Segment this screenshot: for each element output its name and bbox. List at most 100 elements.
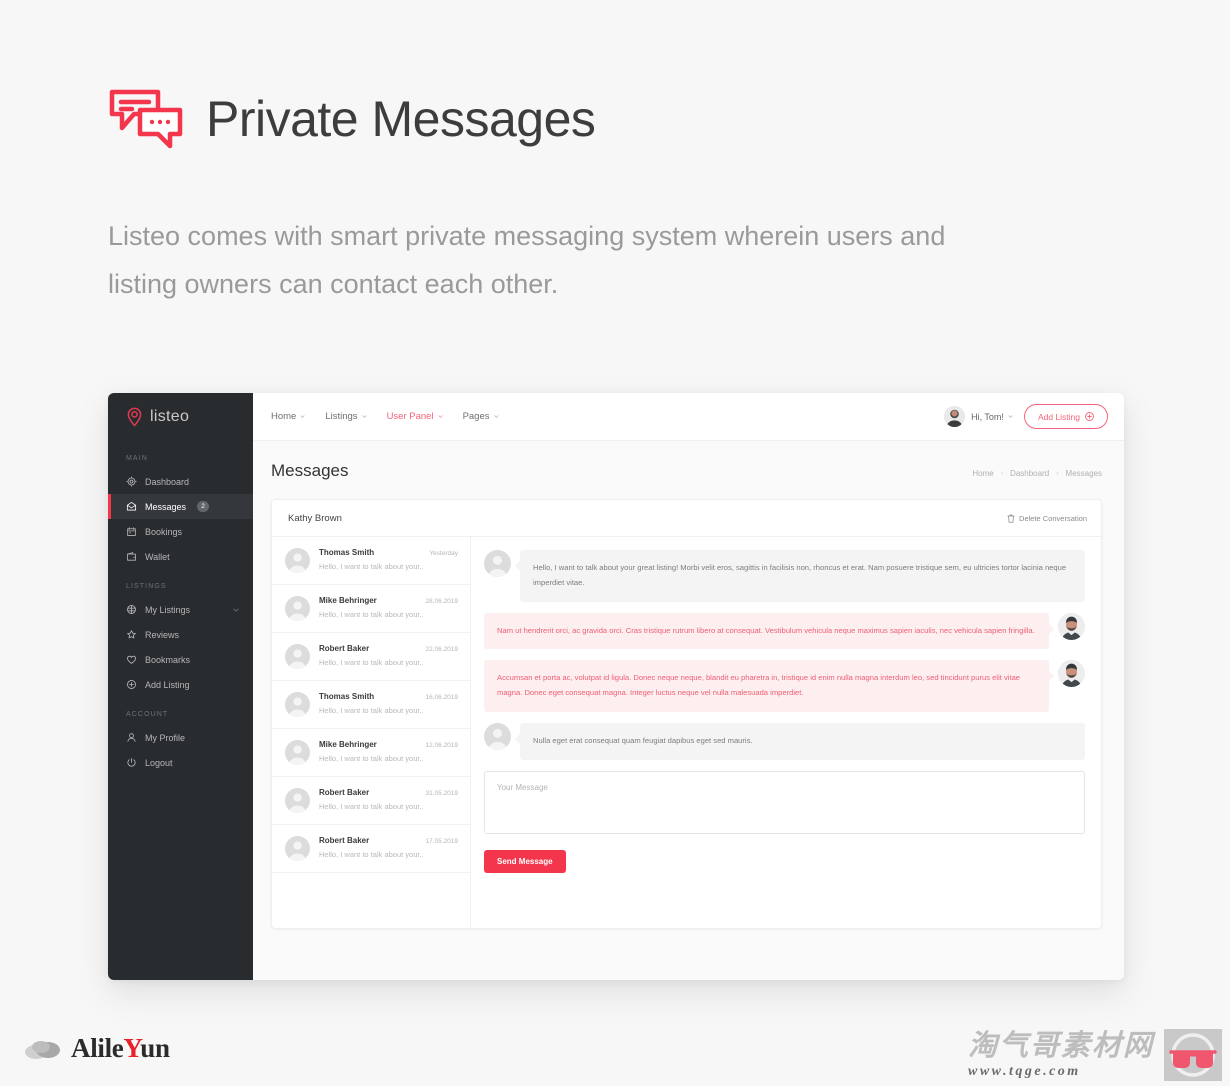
conversation-list-item[interactable]: Thomas Smith 16.06.2019 Hello, I want to t… xyxy=(272,681,470,729)
sidebar-item-my-profile[interactable]: My Profile xyxy=(108,725,253,750)
delete-conversation-label: Delete Conversation xyxy=(1019,513,1087,523)
conversation-title: Kathy Brown xyxy=(288,512,342,524)
conversation-preview: Hello, I want to talk about your.. xyxy=(319,754,424,763)
conversation-list-item[interactable]: Robert Baker 31.05.2019 Hello, I want to t… xyxy=(272,777,470,825)
conversation-name: Mike Behringer xyxy=(319,596,377,605)
conversation-avatar xyxy=(285,644,310,669)
message-avatar xyxy=(1058,612,1085,640)
conversation-details: Robert Baker 31.05.2019 Hello, I want to t… xyxy=(319,788,458,813)
breadcrumb-item[interactable]: Dashboard xyxy=(1010,469,1049,478)
sidebar-item-bookmarks[interactable]: Bookmarks xyxy=(108,647,253,672)
watermark-left: AlileYun xyxy=(24,1033,170,1064)
breadcrumb-item[interactable]: Home xyxy=(972,469,993,478)
conversation-header: Robert Baker 17.05.2019 xyxy=(319,836,458,845)
message-bubble: Accumsan et porta ac, volutpat id ligula… xyxy=(484,660,1054,712)
sidebar-item-messages[interactable]: Messages 2 xyxy=(108,494,253,519)
cloud-icon xyxy=(24,1038,62,1060)
sidebar-item-label: Dashboard xyxy=(145,476,190,487)
conversation-name: Thomas Smith xyxy=(319,692,375,701)
message-incoming: Nulla eget erat consequat quam feugiat d… xyxy=(484,722,1085,760)
page-title: Private Messages xyxy=(206,91,596,147)
conversation-date: Yesterday xyxy=(429,550,458,557)
breadcrumb-item: Messages xyxy=(1065,469,1102,478)
sidebar-group-label: LISTINGS xyxy=(126,583,167,590)
add-listing-button[interactable]: Add Listing xyxy=(1023,404,1108,429)
conversation-avatar xyxy=(285,836,310,861)
promo-subtitle: Listeo comes with smart private messagin… xyxy=(108,221,946,300)
listings-icon xyxy=(127,605,136,614)
promo-header: Private Messages Listeo comes with smart… xyxy=(0,0,1230,308)
watermark-right-url: www.tqge.com xyxy=(967,1063,1081,1079)
conversation-details: Thomas Smith 16.06.2019 Hello, I want to t… xyxy=(319,692,458,717)
message-outgoing: Accumsan et porta ac, volutpat id ligula… xyxy=(484,660,1085,712)
chevron-down-icon xyxy=(493,415,499,418)
chevron-down-icon xyxy=(361,415,367,418)
sidebar-item-wallet[interactable]: Wallet xyxy=(108,544,253,569)
conversation-preview: Hello, I want to talk about your.. xyxy=(319,562,424,571)
topnav-item-user-panel[interactable]: User Panel xyxy=(387,411,443,422)
sidebar-nav: MAIN Dashboard Messages 2 Bookings Wallet LIST… xyxy=(108,441,253,775)
glasses-logo-icon xyxy=(1164,1029,1222,1081)
sidebar-group-label: MAIN xyxy=(126,455,148,462)
conversation-name: Mike Behringer xyxy=(319,740,377,749)
sidebar-item-label: My Listings xyxy=(145,604,191,615)
avatar-photo-icon xyxy=(1058,612,1085,640)
sidebar-item-dashboard[interactable]: Dashboard xyxy=(108,469,253,494)
user-menu[interactable]: Hi, Tom! xyxy=(944,406,1013,427)
envelope-icon xyxy=(126,502,137,511)
sidebar-item-reviews[interactable]: Reviews xyxy=(108,622,253,647)
conversation-details: Thomas Smith Yesterday Hello, I want to ta… xyxy=(319,548,458,573)
conversation-header: Thomas Smith Yesterday xyxy=(319,548,458,557)
conversation-header: Mike Behringer 12.06.2019 xyxy=(319,740,458,749)
conversation-list-item[interactable]: Robert Baker 22.06.2019 Hello, I want to t… xyxy=(272,633,470,681)
sidebar-item-label: Reviews xyxy=(145,629,180,640)
conversation-list-item[interactable]: Robert Baker 17.05.2019 Hello, I want to t… xyxy=(272,825,470,873)
message-thread: Hello, I want to talk about your great l… xyxy=(484,550,1085,760)
conversation-list-item[interactable]: Thomas Smith Yesterday Hello, I want to ta… xyxy=(272,537,470,585)
top-navigation: Home Listings User Panel Pages xyxy=(271,411,499,422)
sidebar-item-bookings[interactable]: Bookings xyxy=(108,519,253,544)
topbar-right: Hi, Tom! Add Listing xyxy=(944,404,1108,429)
conversation-list-item[interactable]: Mike Behringer 12.06.2019 Hello, I want to… xyxy=(272,729,470,777)
conversation-list[interactable]: Thomas Smith Yesterday Hello, I want to ta… xyxy=(272,537,471,928)
conversation-list-item[interactable]: Mike Behringer 28.06.2019 Hello, I want to… xyxy=(272,585,470,633)
delete-conversation-button[interactable]: Delete Conversation xyxy=(1007,514,1087,523)
conversation-avatar xyxy=(285,548,310,573)
send-message-button[interactable]: Send Message xyxy=(484,849,566,873)
sidebar-item-label: Logout xyxy=(145,757,173,768)
conversation-preview: Hello, I want to talk about your.. xyxy=(319,658,424,667)
conversation-header: Thomas Smith 16.06.2019 xyxy=(319,692,458,701)
card-header: Kathy Brown Delete Conversation xyxy=(272,500,1101,537)
sidebar-item-my-listings[interactable]: My Listings xyxy=(108,597,253,622)
topnav-item-pages[interactable]: Pages xyxy=(463,411,499,422)
star-icon xyxy=(127,630,136,639)
topnav-item-home[interactable]: Home xyxy=(271,411,305,422)
messages-card: Kathy Brown Delete Conversation Thomas S… xyxy=(271,499,1102,929)
sidebar-logo[interactable]: listeo xyxy=(108,393,253,441)
conversation-date: 17.05.2019 xyxy=(425,838,458,845)
avatar-placeholder-icon xyxy=(285,644,310,669)
wallet-icon xyxy=(127,552,136,561)
watermark-right-text: 淘气哥素材网 www.tqge.com xyxy=(967,1030,1154,1080)
topnav-item-listings[interactable]: Listings xyxy=(325,411,367,422)
conversation-date: 12.06.2019 xyxy=(425,742,458,749)
user-greeting: Hi, Tom! xyxy=(971,412,1013,422)
conversation-name: Thomas Smith xyxy=(319,548,375,557)
plus-circle-icon xyxy=(1085,412,1094,421)
sidebar-item-add-listing[interactable]: Add Listing xyxy=(108,672,253,697)
watermark-left-part-a: Alile xyxy=(71,1033,124,1063)
card-body: Thomas Smith Yesterday Hello, I want to ta… xyxy=(272,537,1101,928)
add-listing-label: Add Listing xyxy=(1037,411,1080,422)
sidebar-item-logout[interactable]: Logout xyxy=(108,750,253,775)
chat-pane: Hello, I want to talk about your great l… xyxy=(471,537,1101,928)
message-incoming: Hello, I want to talk about your great l… xyxy=(484,550,1085,602)
conversation-preview: Hello, I want to talk about your.. xyxy=(319,706,424,715)
message-input[interactable] xyxy=(484,770,1085,834)
breadcrumb-separator: › xyxy=(1000,470,1004,477)
plus-circle-icon xyxy=(127,680,136,689)
avatar-placeholder-icon xyxy=(484,550,511,577)
main-area: Home Listings User Panel Pages Hi, Tom! xyxy=(253,393,1124,980)
sidebar-item-label: Messages xyxy=(145,501,187,512)
conversation-avatar xyxy=(285,692,310,717)
sidebar-item-label: Bookmarks xyxy=(145,654,191,665)
